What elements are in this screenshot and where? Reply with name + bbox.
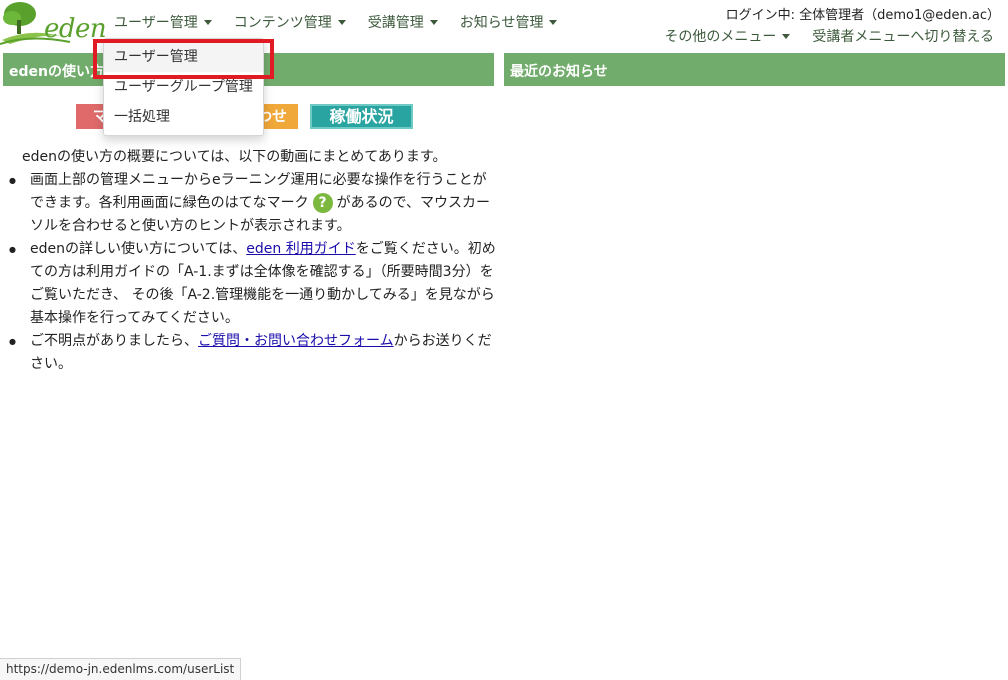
- nav-other-menu-label: その他のメニュー: [664, 29, 777, 45]
- list-item-text: edenの詳しい使い方については、: [30, 241, 247, 257]
- system-status-button[interactable]: 稼働状況: [310, 104, 413, 129]
- caret-down-icon: [337, 19, 346, 25]
- main-nav: ユーザー管理 コンテンツ管理 受講管理 お知らせ管理: [112, 12, 568, 32]
- list-item: edenの詳しい使い方については、eden 利用ガイドをご覧ください。初めての方…: [9, 238, 497, 330]
- help-question-icon: ?: [312, 193, 333, 213]
- usage-intro: edenの使い方の概要については、以下の動画にまとめてあります。: [22, 149, 447, 165]
- nav-other-menu[interactable]: その他のメニュー: [664, 26, 791, 46]
- list-item: ご不明点がありましたら、ご質問・お問い合わせフォームからお送りください。: [9, 330, 497, 376]
- usage-list: 画面上部の管理メニューからeラーニング運用に必要な操作を行うことができます。各利…: [9, 169, 497, 376]
- caret-down-icon: [203, 19, 212, 25]
- list-item: 画面上部の管理メニューからeラーニング運用に必要な操作を行うことができます。各利…: [9, 169, 497, 238]
- nav-course-management-label: 受講管理: [367, 15, 424, 31]
- contact-form-link[interactable]: ご質問・お問い合わせフォーム: [198, 333, 394, 349]
- caret-down-icon: [782, 33, 791, 39]
- dropdown-item-user-group-management[interactable]: ユーザーグループ管理: [104, 72, 263, 102]
- link-preview-statusbar: https://demo-jn.edenlms.com/userList: [0, 658, 242, 680]
- nav-course-management[interactable]: 受講管理: [357, 12, 449, 32]
- usage-content: edenの使い方の概要については、以下の動画にまとめてあります。 画面上部の管理…: [9, 146, 497, 376]
- nav-notice-management-label: お知らせ管理: [459, 15, 544, 31]
- nav-right: その他のメニュー 受講者メニューへ切り替える: [664, 26, 994, 46]
- eden-logo[interactable]: eden: [0, 0, 107, 48]
- nav-notice-management[interactable]: お知らせ管理: [449, 12, 569, 32]
- news-panel-title: 最近のお知らせ: [504, 53, 1005, 86]
- list-item-text: ご不明点がありましたら、: [30, 333, 198, 349]
- switch-to-learner-link[interactable]: 受講者メニューへ切り替える: [812, 26, 994, 46]
- nav-user-management[interactable]: ユーザー管理: [112, 12, 223, 32]
- dropdown-item-batch-processing[interactable]: 一括処理: [104, 102, 263, 132]
- nav-content-management-label: コンテンツ管理: [233, 15, 332, 31]
- nav-user-management-label: ユーザー管理: [114, 15, 198, 31]
- login-info: ログイン中: 全体管理者（demo1@eden.ac）: [725, 8, 1000, 23]
- dropdown-item-user-management[interactable]: ユーザー管理: [104, 42, 263, 72]
- caret-down-icon: [549, 19, 558, 25]
- user-management-dropdown: ユーザー管理 ユーザーグループ管理 一括処理: [103, 38, 264, 136]
- caret-down-icon: [429, 19, 438, 25]
- usage-guide-link[interactable]: eden 利用ガイド: [246, 241, 355, 257]
- logo-text: eden: [44, 14, 107, 44]
- nav-content-management[interactable]: コンテンツ管理: [223, 12, 357, 32]
